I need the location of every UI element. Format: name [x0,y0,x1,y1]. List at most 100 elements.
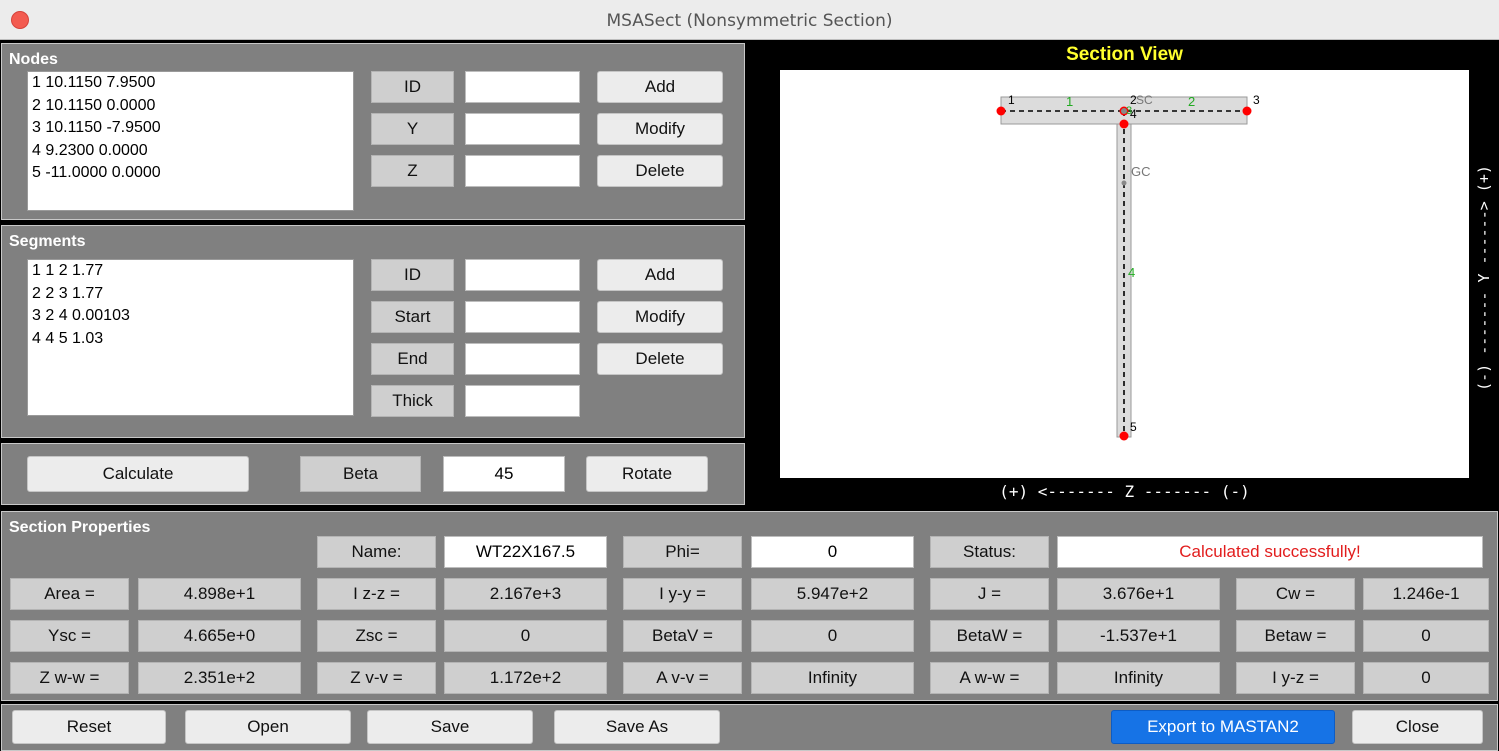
node-4-marker[interactable] [1119,119,1129,129]
betaw-label: BetaW = [930,620,1049,652]
segment-start-label: Start [371,301,454,333]
cw-value: 1.246e-1 [1363,578,1489,610]
j-value: 3.676e+1 [1057,578,1220,610]
beta-label: Beta [300,456,421,492]
sc-label: SC [1136,93,1153,107]
segment-thick-label: Thick [371,385,454,417]
segments-panel: Segments 1 1 2 1.77 2 2 3 1.77 3 2 4 0.0… [1,225,745,438]
betaw-lower-label: Betaw = [1236,620,1355,652]
izz-value: 2.167e+3 [444,578,607,610]
calculate-button[interactable]: Calculate [27,456,249,492]
ysc-value: 4.665e+0 [138,620,301,652]
izz-label: I z-z = [317,578,436,610]
node-5-marker[interactable] [1119,431,1129,441]
node-5-label: 5 [1130,420,1137,434]
segment-4-label: 4 [1128,265,1135,280]
node-modify-button[interactable]: Modify [597,113,723,145]
segments-panel-title: Segments [9,233,86,250]
node-z-label: Z [371,155,454,187]
list-item[interactable]: 4 9.2300 0.0000 [32,140,349,163]
cw-label: Cw = [1236,578,1355,610]
list-item[interactable]: 3 2 4 0.00103 [32,305,349,328]
list-item[interactable]: 3 10.1150 -7.9500 [32,117,349,140]
list-item[interactable]: 1 10.1150 7.9500 [32,72,349,95]
beta-input[interactable] [443,456,565,492]
avv-label: A v-v = [623,662,742,694]
reset-button[interactable]: Reset [12,710,166,744]
node-3-label: 3 [1253,93,1260,107]
area-value: 4.898e+1 [138,578,301,610]
zww-value: 2.351e+2 [138,662,301,694]
betaw-value: -1.537e+1 [1057,620,1220,652]
rotate-button[interactable]: Rotate [586,456,708,492]
segment-id-label: ID [371,259,454,291]
segment-1-label: 1 [1066,94,1073,109]
segment-id-input[interactable] [465,259,580,291]
iyz-value: 0 [1363,662,1489,694]
node-id-label: ID [371,71,454,103]
ysc-label: Ysc = [10,620,129,652]
node-y-input[interactable] [465,113,580,145]
section-view-title: Section View [1066,44,1183,65]
node-id-input[interactable] [465,71,580,103]
node-z-input[interactable] [465,155,580,187]
betav-value: 0 [751,620,914,652]
nodes-panel: Nodes 1 10.1150 7.9500 2 10.1150 0.0000 … [1,43,745,220]
node-3-marker[interactable] [1242,106,1252,116]
iyy-value: 5.947e+2 [751,578,914,610]
iyy-label: I y-y = [623,578,742,610]
export-to-mastan2-button[interactable]: Export to MASTAN2 [1111,710,1335,744]
segment-2-label: 2 [1188,94,1195,109]
y-axis-label: (-) ------- Y ------> (+) [1475,165,1493,391]
segment-start-input[interactable] [465,301,580,333]
segment-thick-input[interactable] [465,385,580,417]
segment-3-label: 3 [1126,105,1132,117]
area-label: Area = [10,578,129,610]
node-1-label: 1 [1008,93,1015,107]
zsc-label: Zsc = [317,620,436,652]
betav-label: BetaV = [623,620,742,652]
segment-end-input[interactable] [465,343,580,375]
betaw-lower-value: 0 [1363,620,1489,652]
segment-end-label: End [371,343,454,375]
phi-input[interactable] [751,536,914,568]
section-view-canvas[interactable]: 1 2 3 4 5 1 2 3 4 SC GC [780,70,1469,478]
section-properties-title: Section Properties [9,519,151,536]
close-button[interactable]: Close [1352,710,1483,744]
avv-value: Infinity [751,662,914,694]
list-item[interactable]: 2 2 3 1.77 [32,283,349,306]
nodes-list[interactable]: 1 10.1150 7.9500 2 10.1150 0.0000 3 10.1… [27,71,354,211]
status-value: Calculated successfully! [1057,536,1483,568]
nodes-panel-title: Nodes [9,51,58,68]
z-axis-label: (+) <------- Z ------- (-) [999,482,1250,501]
zvv-label: Z v-v = [317,662,436,694]
node-y-label: Y [371,113,454,145]
segment-add-button[interactable]: Add [597,259,723,291]
node-1-marker[interactable] [996,106,1006,116]
node-add-button[interactable]: Add [597,71,723,103]
name-input[interactable] [444,536,607,568]
zsc-value: 0 [444,620,607,652]
segment-modify-button[interactable]: Modify [597,301,723,333]
save-as-button[interactable]: Save As [554,710,720,744]
list-item[interactable]: 1 1 2 1.77 [32,260,349,283]
segment-delete-button[interactable]: Delete [597,343,723,375]
list-item[interactable]: 2 10.1150 0.0000 [32,95,349,118]
aww-value: Infinity [1057,662,1220,694]
node-delete-button[interactable]: Delete [597,155,723,187]
aww-label: A w-w = [930,662,1049,694]
open-button[interactable]: Open [185,710,351,744]
phi-label: Phi= [623,536,742,568]
list-item[interactable]: 5 -11.0000 0.0000 [32,162,349,185]
title-bar: MSASect (Nonsymmetric Section) [0,0,1499,40]
name-label: Name: [317,536,436,568]
save-button[interactable]: Save [367,710,533,744]
window-title: MSASect (Nonsymmetric Section) [606,11,893,31]
section-drawing: 1 2 3 4 5 1 2 3 4 SC GC [996,93,1260,441]
gc-label: GC [1131,164,1151,179]
status-label: Status: [930,536,1049,568]
section-properties-panel: Section Properties Name: Phi= Status: Ca… [1,511,1498,701]
zww-label: Z w-w = [10,662,129,694]
segments-list[interactable]: 1 1 2 1.77 2 2 3 1.77 3 2 4 0.00103 4 4 … [27,259,354,416]
list-item[interactable]: 4 4 5 1.03 [32,328,349,351]
